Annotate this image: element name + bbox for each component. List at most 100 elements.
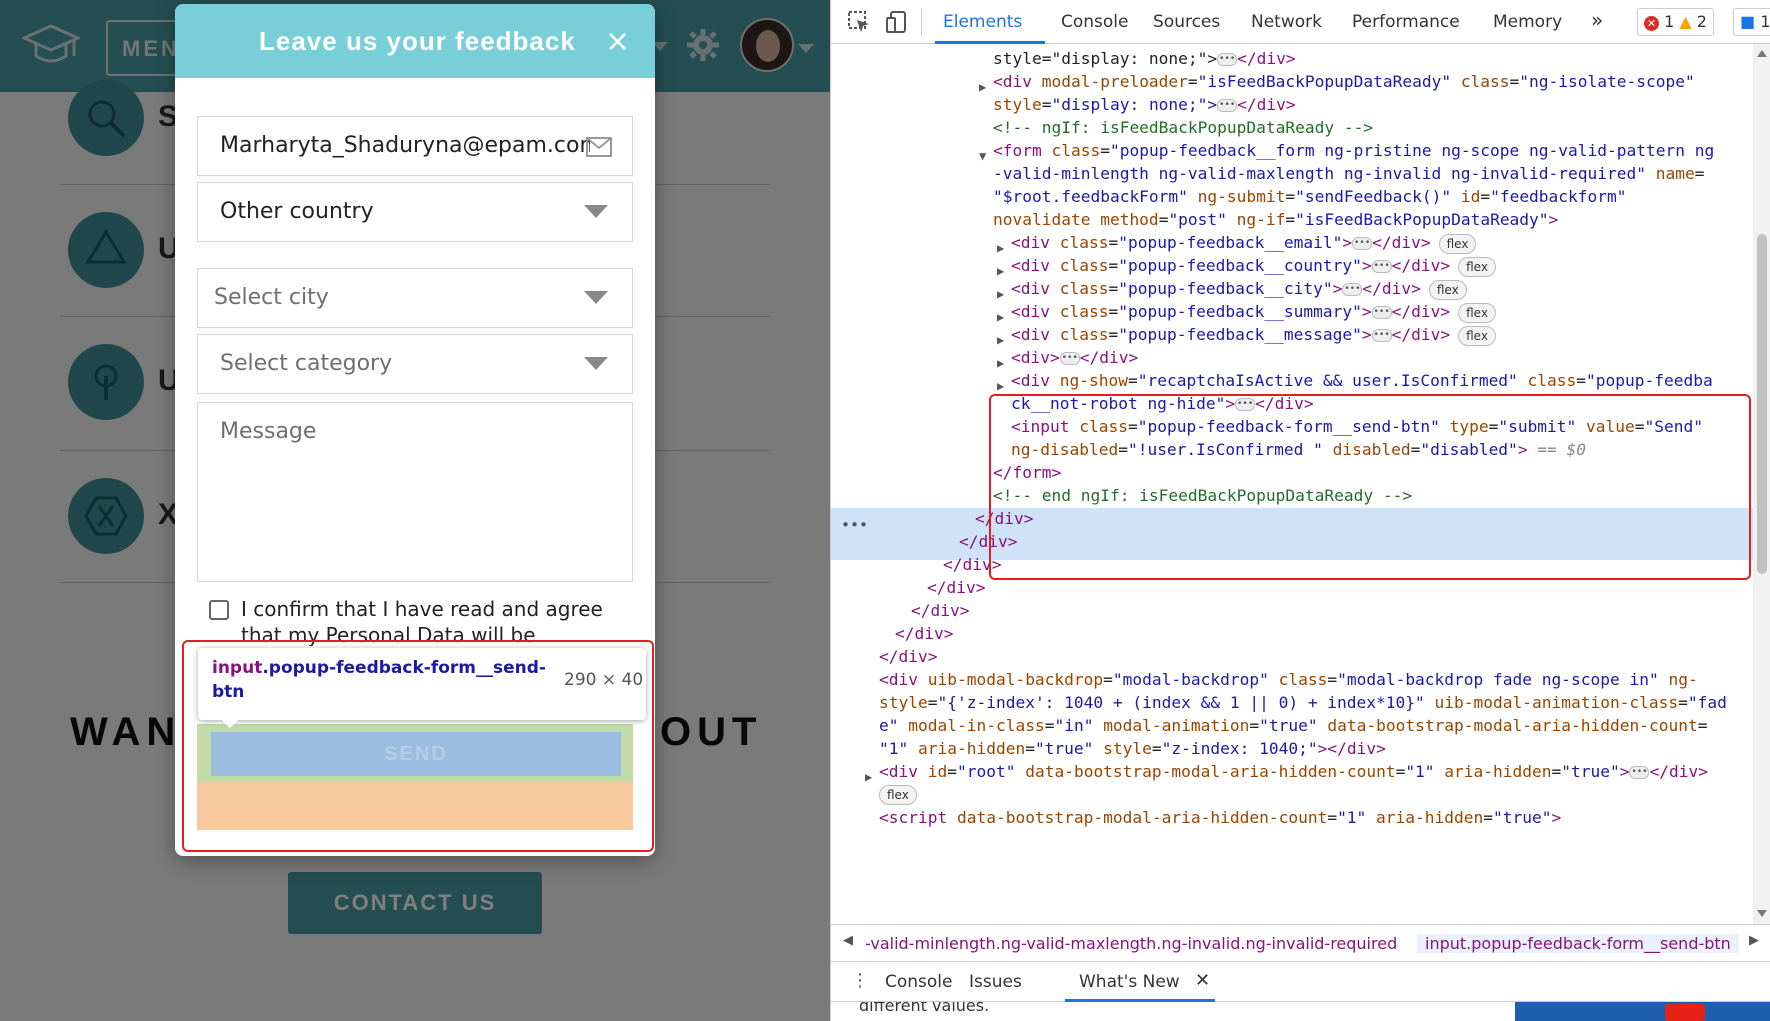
collapsed-content-icon[interactable]: •••	[1217, 99, 1238, 112]
expand-right-icon[interactable]: ▶	[865, 764, 872, 790]
dom-token: =	[1249, 716, 1260, 735]
dom-token: =	[1285, 187, 1296, 206]
expand-down-icon[interactable]: ▼	[979, 143, 986, 169]
dom-token: >	[1361, 256, 1372, 275]
flex-badge[interactable]: flex	[1458, 302, 1496, 323]
scroll-down-icon[interactable]	[1757, 910, 1767, 917]
dom-token: </div>	[895, 624, 954, 643]
drawer-content: different values.	[831, 1002, 1770, 1021]
dom-line[interactable]: <script data-bootstrap-modal-aria-hidden…	[879, 805, 1561, 831]
message-textarea[interactable]: Message	[197, 402, 633, 582]
dom-token: "isFeedBackPopupDataReady"	[1295, 210, 1549, 229]
tab-elements[interactable]: Elements	[943, 12, 1022, 32]
scrollbar[interactable]	[1753, 44, 1770, 924]
close-icon[interactable]: ×	[605, 27, 630, 57]
confirm-checkbox[interactable]	[209, 600, 229, 620]
chevron-left-icon[interactable]: ◀	[843, 933, 853, 948]
city-select[interactable]: Select city	[197, 268, 633, 328]
email-field[interactable]: Marharyta_Shaduryna@epam.com	[197, 116, 633, 176]
dom-token: id	[1460, 187, 1481, 206]
dom-token: </div>	[1237, 49, 1296, 68]
dom-token: =	[1151, 739, 1162, 758]
country-select[interactable]: Other country	[197, 182, 633, 242]
device-toolbar-icon[interactable]	[885, 10, 909, 34]
dom-token: "ng-isolate-scope"	[1519, 72, 1695, 91]
dom-token: class	[1051, 141, 1101, 160]
dom-token: class	[1059, 279, 1109, 298]
dom-token: "sendFeedback()"	[1295, 187, 1461, 206]
dom-token: "true"	[1561, 762, 1620, 781]
dom-token: =	[1127, 371, 1138, 390]
collapsed-content-icon[interactable]: •••	[1342, 283, 1363, 296]
issues-counter[interactable]: ✕ 1 ▲ 2	[1637, 8, 1714, 36]
collapsed-content-icon[interactable]: •••	[1629, 766, 1650, 779]
dom-token: <div>	[1011, 348, 1060, 367]
flex-badge[interactable]: flex	[879, 785, 917, 805]
whats-new-thumbnail[interactable]	[1515, 1002, 1770, 1021]
collapsed-content-icon[interactable]: •••	[1059, 352, 1080, 365]
dom-token: class	[1278, 670, 1328, 689]
drawer-tab-whats-new[interactable]: What's New	[1079, 972, 1180, 992]
scroll-up-icon[interactable]	[1757, 50, 1767, 57]
dom-token: </div>	[1372, 233, 1431, 252]
dom-token: <!-- ngIf: isFeedBackPopupDataReady -->	[993, 118, 1374, 137]
breadcrumb-item-form[interactable]: -valid-minlength.ng-valid-maxlength.ng-i…	[865, 934, 1405, 953]
chevron-right-icon[interactable]: ▶	[1749, 933, 1759, 948]
tab-sources[interactable]: Sources	[1153, 12, 1220, 32]
collapsed-content-icon[interactable]: •••	[1371, 260, 1392, 273]
collapsed-content-icon[interactable]: •••	[1371, 329, 1392, 342]
collapsed-content-icon[interactable]: •••	[1371, 306, 1392, 319]
dom-token: <script	[879, 808, 957, 827]
flex-badge[interactable]: flex	[1458, 256, 1496, 277]
dom-token: novalidate	[993, 210, 1101, 229]
tab-memory[interactable]: Memory	[1493, 12, 1562, 32]
dom-token: </div>	[1079, 348, 1139, 367]
inspect-element-icon[interactable]	[847, 10, 871, 34]
collapsed-content-icon[interactable]: •••	[1217, 53, 1238, 66]
dom-token: =	[1158, 210, 1169, 229]
dom-token: "$root.feedbackForm"	[993, 187, 1198, 206]
dom-token: uib-modal-backdrop	[927, 670, 1104, 689]
devtools-tabbar: Elements Console Sources Network Perform…	[831, 0, 1770, 44]
dom-token: =	[1108, 256, 1119, 275]
dom-token: =	[1395, 762, 1406, 781]
dom-token: =	[1551, 762, 1562, 781]
tab-performance[interactable]: Performance	[1352, 12, 1460, 32]
breadcrumb-item-input[interactable]: input.popup-feedback-form__send-btn	[1417, 934, 1739, 953]
tab-network[interactable]: Network	[1251, 12, 1322, 32]
node-actions-icon[interactable]: •••	[841, 512, 868, 538]
kebab-menu-icon[interactable]: ⋮	[851, 970, 869, 991]
dom-token: <div	[1011, 233, 1060, 252]
collapsed-content-icon[interactable]: •••	[1352, 237, 1373, 250]
expand-right-icon[interactable]: ▶	[979, 74, 986, 100]
category-select[interactable]: Select category	[197, 334, 633, 394]
warning-count: 2	[1696, 12, 1707, 31]
scroll-thumb[interactable]	[1757, 234, 1767, 574]
dom-token: =	[1100, 141, 1110, 160]
message-count: 1	[1760, 12, 1770, 31]
chevron-down-icon	[584, 291, 608, 304]
dom-token: "recaptchaIsActive && user.IsConfirmed"	[1137, 371, 1528, 390]
flex-badge[interactable]: flex	[1428, 279, 1467, 300]
dom-token: "post"	[1168, 210, 1237, 229]
dom-token: =	[1108, 279, 1119, 298]
dom-token: "in"	[1054, 716, 1104, 735]
dom-token: =	[1697, 716, 1708, 735]
close-icon[interactable]: ✕	[1195, 970, 1210, 991]
confirm-row: I confirm that I have read and agree tha…	[209, 596, 619, 646]
dom-token: "popup-feedback__country"	[1118, 256, 1362, 275]
tab-console[interactable]: Console	[1061, 12, 1129, 32]
dom-token: name	[1655, 164, 1695, 183]
drawer-tab-console[interactable]: Console	[885, 972, 953, 992]
dom-token: >	[1551, 808, 1562, 827]
dom-token: >	[1361, 325, 1372, 344]
dom-line[interactable]: <div id="root" data-bootstrap-modal-aria…	[879, 759, 1708, 785]
dom-token: =	[1025, 739, 1035, 758]
dom-tree[interactable]: ••• style="display: none;"> ••• </div> <div…	[831, 44, 1753, 924]
more-tabs-icon[interactable]: »	[1591, 8, 1603, 32]
drawer-tab-issues[interactable]: Issues	[969, 972, 1022, 992]
flex-badge[interactable]: flex	[1438, 233, 1477, 254]
messages-counter[interactable]: ■ 1	[1733, 8, 1770, 36]
dom-token: </div>	[1237, 95, 1296, 114]
flex-badge[interactable]: flex	[1458, 325, 1496, 346]
